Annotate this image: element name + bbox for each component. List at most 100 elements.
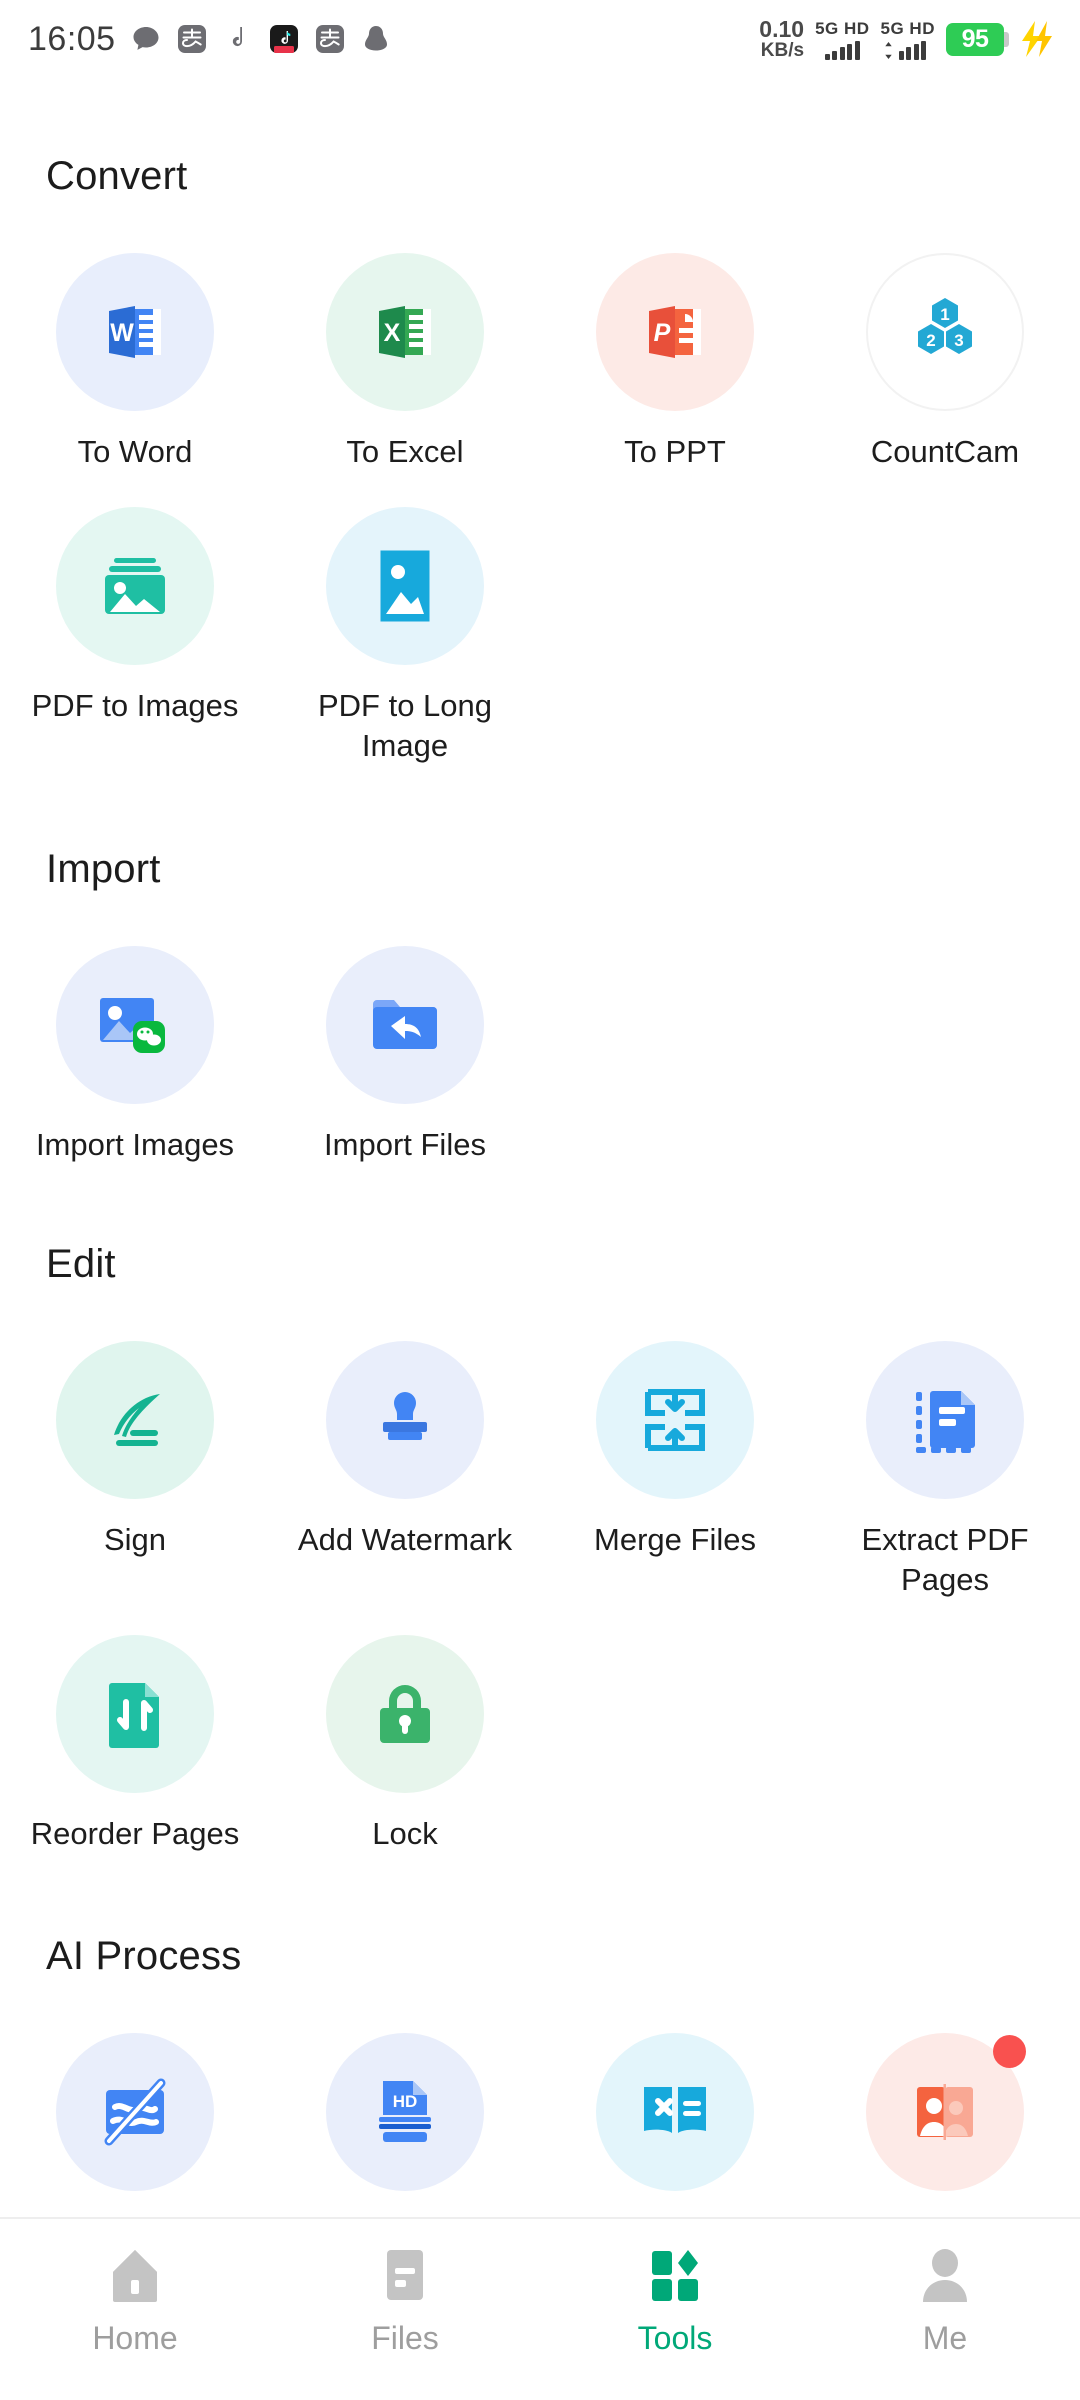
nav-item-me[interactable]: Me bbox=[810, 2246, 1080, 2357]
tool-item-sign[interactable]: Sign bbox=[0, 1327, 270, 1599]
svg-text:X: X bbox=[384, 319, 401, 347]
home-icon bbox=[113, 2250, 157, 2302]
tool-item-pdf-to-images[interactable]: PDF to Images bbox=[0, 493, 270, 765]
svg-text:P: P bbox=[654, 319, 671, 347]
network-speed: 0.10 KB/s bbox=[759, 16, 805, 61]
import-images-wechat-icon bbox=[100, 998, 165, 1054]
tool-icon-circle bbox=[56, 507, 214, 666]
section-title-edit: Edit bbox=[46, 1242, 116, 1287]
notification-badge-dot bbox=[993, 2034, 1026, 2068]
tool-item-add-watermark[interactable]: Add Watermark bbox=[270, 1327, 540, 1599]
tool-label: PDF to Long Image bbox=[317, 688, 493, 763]
svg-text:3: 3 bbox=[954, 331, 963, 350]
tool-icon-circle: W bbox=[56, 253, 214, 411]
tool-icon-circle bbox=[596, 2032, 754, 2191]
bottom-navigation-bar: Home Files Tools Me bbox=[0, 2217, 1080, 2400]
tool-label: Import Files bbox=[324, 1127, 486, 1163]
section-title-import: Import bbox=[46, 847, 161, 892]
lightning-bolt-icon bbox=[1022, 21, 1052, 57]
signal-indicator-sim2: 5G HD bbox=[881, 19, 935, 60]
pdf-long-image-icon bbox=[380, 550, 430, 622]
tool-label: CountCam bbox=[870, 434, 1020, 469]
tool-icon-circle bbox=[56, 2032, 214, 2191]
tool-item-to-word[interactable]: W To Word bbox=[0, 239, 270, 471]
svg-text:HD: HD bbox=[393, 2092, 418, 2111]
tools-grid-icon bbox=[652, 2250, 698, 2301]
tiktok-app-icon bbox=[269, 25, 298, 53]
svg-text:1: 1 bbox=[940, 305, 949, 324]
tool-grid-convert: W To Word X To Excel P To PPT 1 2 3 Coun… bbox=[0, 239, 1080, 765]
merge-arrows-icon bbox=[645, 1389, 705, 1452]
signal-bars-icon bbox=[882, 40, 934, 60]
tool-item-countcam[interactable]: 1 2 3 CountCam bbox=[810, 239, 1080, 471]
erase-marks-icon bbox=[104, 2078, 166, 2146]
pdf-to-images-icon bbox=[105, 558, 165, 615]
tool-icon-circle bbox=[326, 1635, 484, 1794]
alipay-icon bbox=[177, 25, 206, 53]
alipay-icon bbox=[315, 25, 344, 53]
tool-icon-circle bbox=[326, 507, 484, 666]
svg-text:W: W bbox=[110, 319, 134, 347]
tool-item-merge-files[interactable]: Merge Files bbox=[540, 1327, 810, 1599]
stamp-icon bbox=[383, 1392, 427, 1441]
nav-label: Tools bbox=[637, 2320, 713, 2356]
padlock-icon bbox=[380, 1685, 430, 1744]
restore-photo-icon bbox=[917, 2083, 973, 2140]
quill-feather-icon bbox=[114, 1394, 160, 1447]
tool-label: PDF to Images bbox=[31, 688, 239, 724]
tool-grid-edit: Sign Add Watermark Merge Files Extract P… bbox=[0, 1327, 1080, 1853]
exam-book-icon bbox=[644, 2086, 706, 2133]
tool-icon-circle: HD bbox=[326, 2032, 484, 2191]
tool-icon-circle bbox=[866, 1341, 1024, 1500]
tool-icon-circle bbox=[326, 946, 484, 1105]
tool-item-pdf-to-long-image[interactable]: PDF to Long Image bbox=[270, 493, 540, 765]
person-icon bbox=[923, 2249, 967, 2302]
tool-label: To PPT bbox=[624, 434, 726, 469]
nav-item-files[interactable]: Files bbox=[270, 2246, 540, 2357]
tool-item-to-ppt[interactable]: P To PPT bbox=[540, 239, 810, 471]
tool-item-to-excel[interactable]: X To Excel bbox=[270, 239, 540, 471]
tool-icon-circle: X bbox=[326, 253, 484, 411]
nav-label: Me bbox=[922, 2320, 968, 2356]
powerpoint-icon: P bbox=[649, 306, 701, 358]
tool-icon-circle: 1 2 3 bbox=[866, 253, 1024, 411]
svg-text:2: 2 bbox=[926, 331, 935, 350]
data-transfer-icon bbox=[885, 41, 892, 59]
nav-label: Home bbox=[92, 2320, 178, 2356]
tool-item-lock[interactable]: Lock bbox=[270, 1621, 540, 1853]
status-bar-right: 0.10 KB/s 5G HD 5G HD 95 bbox=[759, 18, 1054, 60]
tool-icon-circle bbox=[326, 1341, 484, 1500]
status-bar-clock: 16:05 bbox=[28, 19, 116, 58]
tool-item-import-images[interactable]: Import Images bbox=[0, 932, 270, 1164]
tool-item-import-files[interactable]: Import Files bbox=[270, 932, 540, 1164]
battery-indicator: 95 bbox=[946, 22, 1009, 56]
excel-sheet-icon: X bbox=[379, 306, 431, 358]
tool-item-reorder-pages[interactable]: Reorder Pages bbox=[0, 1621, 270, 1853]
tool-label: Import Images bbox=[35, 1127, 235, 1163]
tool-item-extract-pdf-pages[interactable]: Extract PDF Pages bbox=[810, 1327, 1080, 1599]
tool-icon-circle bbox=[866, 2032, 1026, 2191]
tool-grid-import: Import Images Import Files bbox=[0, 932, 1080, 1164]
tool-icon-circle: P bbox=[596, 253, 754, 411]
word-doc-icon: W bbox=[109, 306, 161, 358]
extract-pages-icon bbox=[916, 1391, 975, 1454]
tool-label: To Word bbox=[77, 434, 193, 469]
status-bar: 16:05 0.10 KB/s 5G HD 5G HD 95 bbox=[0, 0, 1080, 78]
tool-label: Sign bbox=[103, 1522, 167, 1558]
tool-label: To Excel bbox=[346, 434, 464, 469]
signal-bars-icon bbox=[824, 40, 860, 60]
status-bar-left: 16:05 bbox=[28, 20, 392, 59]
nav-item-tools[interactable]: Tools bbox=[540, 2246, 810, 2357]
tool-label: Add Watermark bbox=[297, 1522, 513, 1558]
tool-icon-circle bbox=[56, 1341, 214, 1500]
section-title-convert: Convert bbox=[46, 154, 188, 198]
nav-item-home[interactable]: Home bbox=[0, 2246, 270, 2357]
countcam-hex-icon: 1 2 3 bbox=[918, 298, 972, 354]
tool-icon-circle bbox=[596, 1341, 754, 1500]
tool-label: Extract PDF Pages bbox=[861, 1522, 1029, 1597]
signal-indicator-sim1: 5G HD bbox=[815, 19, 869, 60]
tool-label: Lock bbox=[372, 1816, 438, 1852]
tools-scroll-area[interactable]: Convert W To Word X To Excel P To PPT 1 … bbox=[0, 78, 1080, 2400]
import-files-folder-icon bbox=[373, 1000, 437, 1050]
battery-level: 95 bbox=[961, 24, 989, 53]
